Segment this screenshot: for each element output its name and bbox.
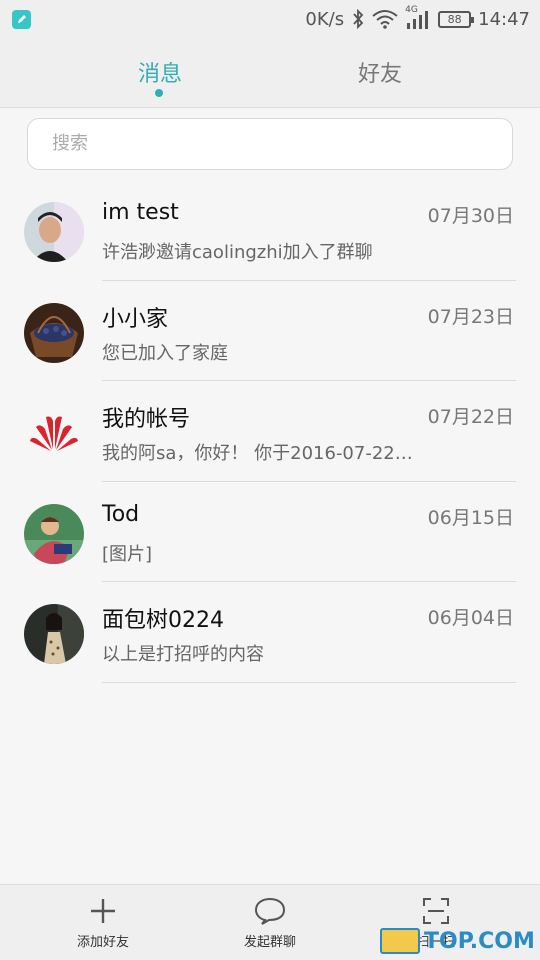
conversation-preview: 许浩渺邀请caolingzhi加入了群聊: [102, 242, 373, 263]
conversation-name: 我的帐号: [102, 407, 191, 432]
start-group-chat-label: 发起群聊: [243, 935, 296, 950]
conversation-date: 06月15日: [427, 506, 514, 529]
add-friend-label: 添加好友: [76, 935, 129, 950]
avatar: [24, 503, 84, 564]
conversation-name: 小小家: [102, 306, 169, 332]
watermark-logo-icon: [380, 928, 420, 954]
add-friend-button[interactable]: 添加好友: [43, 885, 163, 960]
conversation-preview: 我的阿sa，你好！ 你于2016-07-22…: [102, 443, 413, 464]
scan-icon: [423, 898, 449, 924]
conversation-preview: 您已加入了家庭: [102, 342, 228, 364]
avatar: [24, 604, 84, 664]
divider: [102, 681, 516, 683]
conversation-item[interactable]: Tod 06月15日 [图片]: [0, 482, 540, 582]
conversation-preview: 以上是打招呼的内容: [102, 644, 264, 665]
conversation-list: im test 07月30日 许浩渺邀请caolingzhi加入了群聊 小小家 …: [0, 180, 540, 683]
network-speed: 0K/s: [305, 8, 345, 30]
signal-icon: 4G: [405, 5, 431, 30]
watermark: TOP.COM: [380, 926, 540, 956]
conversation-preview: [图片]: [102, 543, 153, 565]
clock: 14:47: [478, 8, 530, 30]
conversation-item[interactable]: 小小家 07月23日 您已加入了家庭: [0, 281, 540, 381]
chat-bubble-icon: [254, 897, 286, 925]
conversation-name: im test: [102, 200, 179, 225]
active-tab-indicator: [155, 89, 163, 97]
conversation-name: 面包树0224: [102, 608, 224, 633]
tab-messages[interactable]: 消息: [100, 56, 220, 88]
conversation-item[interactable]: im test 07月30日 许浩渺邀请caolingzhi加入了群聊: [0, 180, 540, 281]
battery-level: 88: [447, 12, 462, 26]
huawei-logo-icon: [24, 403, 84, 463]
conversation-date: 07月23日: [427, 305, 514, 328]
avatar: [24, 202, 84, 262]
conversation-item[interactable]: 我的帐号 07月22日 我的阿sa，你好！ 你于2016-07-22…: [0, 381, 540, 482]
tab-bar: 消息 好友: [0, 38, 540, 108]
conversation-date: 07月30日: [427, 205, 514, 227]
status-bar: 0K/s 4G 88 14:47: [0, 0, 540, 38]
watermark-text: TOP.COM: [424, 928, 535, 954]
bluetooth-icon: [353, 9, 364, 29]
conversation-name: Tod: [102, 501, 140, 527]
conversation-date: 06月04日: [427, 607, 514, 629]
conversation-item[interactable]: 面包树0224 06月04日 以上是打招呼的内容: [0, 582, 540, 683]
start-group-chat-button[interactable]: 发起群聊: [210, 885, 330, 960]
tab-friends[interactable]: 好友: [320, 56, 440, 88]
plus-icon: [91, 899, 115, 923]
wifi-icon: [372, 10, 398, 29]
search-input[interactable]: 搜索: [27, 118, 513, 170]
status-indicators: 0K/s 4G 88 14:47: [305, 5, 530, 30]
avatar: [24, 302, 84, 363]
app-badge-icon: [12, 9, 31, 29]
battery-icon: 88: [438, 10, 475, 28]
conversation-date: 07月22日: [427, 406, 514, 428]
